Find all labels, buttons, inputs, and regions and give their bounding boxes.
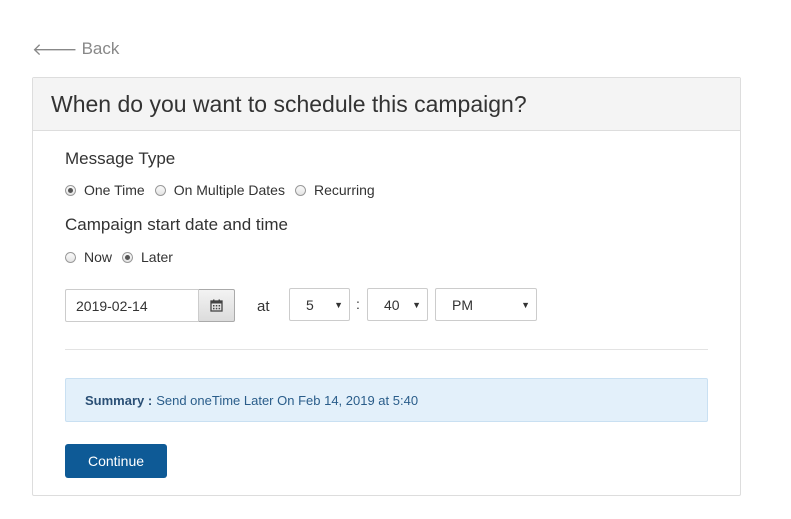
date-picker bbox=[65, 289, 235, 322]
ampm-value: PM bbox=[452, 296, 473, 313]
panel-title: When do you want to schedule this campai… bbox=[51, 90, 527, 117]
radio-recurring[interactable]: Recurring bbox=[294, 182, 375, 198]
caret-down-icon: ▼ bbox=[334, 300, 343, 310]
radio-label: Recurring bbox=[313, 182, 375, 198]
message-type-radio-group: One Time On Multiple Dates Recurring bbox=[65, 182, 385, 198]
radio-button[interactable] bbox=[294, 184, 306, 196]
back-link[interactable]: 🡐 Back bbox=[32, 39, 119, 59]
radio-button[interactable] bbox=[122, 251, 134, 263]
summary-text: Send oneTime Later On Feb 14, 2019 at 5:… bbox=[156, 392, 419, 408]
ampm-select[interactable]: PM ▼ bbox=[435, 288, 537, 321]
radio-button[interactable] bbox=[65, 184, 76, 196]
caret-down-icon: ▼ bbox=[412, 300, 421, 310]
panel-header: When do you want to schedule this campai… bbox=[33, 78, 740, 131]
at-label: at bbox=[257, 298, 270, 315]
start-date-input[interactable] bbox=[65, 289, 199, 322]
summary-label: Summary : bbox=[85, 392, 153, 408]
radio-later[interactable]: Later bbox=[122, 249, 173, 265]
hour-value: 5 bbox=[306, 296, 314, 313]
divider bbox=[65, 349, 708, 350]
schedule-panel: When do you want to schedule this campai… bbox=[32, 77, 741, 496]
radio-button[interactable] bbox=[65, 251, 76, 263]
radio-now[interactable]: Now bbox=[65, 249, 112, 265]
back-label: Back bbox=[81, 39, 120, 58]
start-radio-group: Now Later bbox=[65, 249, 183, 265]
summary-box: Summary : Send oneTime Later On Feb 14, … bbox=[65, 378, 708, 422]
radio-label: One Time bbox=[84, 182, 145, 198]
radio-label: Later bbox=[141, 249, 173, 265]
time-separator: : bbox=[356, 296, 360, 312]
calendar-button[interactable] bbox=[199, 289, 235, 322]
radio-button[interactable] bbox=[154, 184, 166, 196]
radio-one-time[interactable]: One Time bbox=[65, 182, 145, 198]
arrow-left-icon: 🡐 bbox=[32, 39, 78, 59]
hour-select[interactable]: 5 ▼ bbox=[289, 288, 350, 321]
campaign-start-label: Campaign start date and time bbox=[65, 215, 289, 234]
message-type-label: Message Type bbox=[65, 149, 176, 168]
continue-button[interactable]: Continue bbox=[65, 444, 167, 478]
radio-on-multiple-dates[interactable]: On Multiple Dates bbox=[154, 182, 285, 198]
minute-select[interactable]: 40 ▼ bbox=[367, 288, 428, 321]
radio-label: On Multiple Dates bbox=[173, 182, 285, 198]
radio-label: Now bbox=[84, 249, 113, 265]
calendar-icon bbox=[210, 299, 223, 312]
minute-value: 40 bbox=[384, 296, 400, 313]
caret-down-icon: ▼ bbox=[521, 300, 530, 310]
